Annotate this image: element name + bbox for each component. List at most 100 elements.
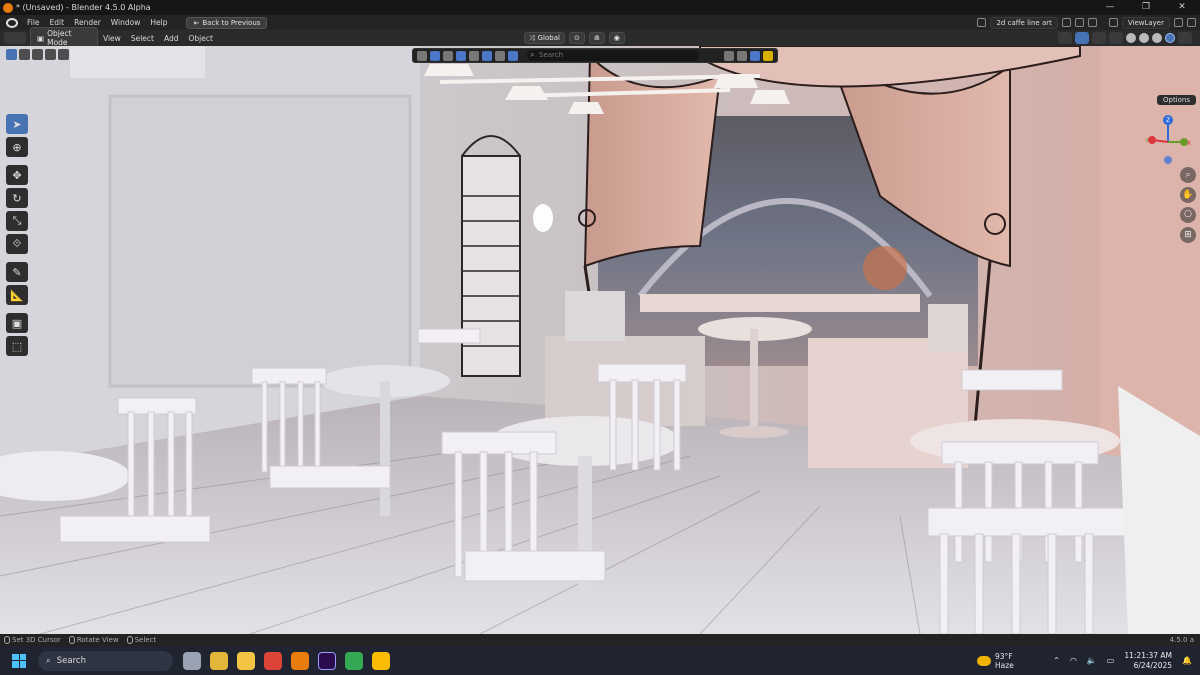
select-invert-icon[interactable]	[45, 49, 56, 60]
select-new-icon[interactable]	[6, 49, 17, 60]
wireframe-shading-icon[interactable]	[1126, 33, 1136, 43]
view-layer-field[interactable]: ViewLayer	[1121, 16, 1170, 29]
menu-view[interactable]: View	[98, 34, 126, 43]
blender-menu-icon[interactable]	[6, 17, 18, 28]
menu-select[interactable]: Select	[126, 34, 159, 43]
rotate-tool[interactable]: ↻	[6, 188, 28, 208]
mesh-filter-icon[interactable]	[443, 50, 453, 61]
back-to-previous-label: Back to Previous	[202, 18, 261, 27]
zoom-icon[interactable]: ⌕	[1180, 167, 1196, 183]
object-mode-icon: ▣	[37, 33, 45, 43]
3d-viewport[interactable]: ➤ ⊕ ✥ ↻ ⤡ ⟐ ✎ 📐 ▣ ⬚ Options Z Y X ⌕ ✋ ⎔ …	[0, 46, 1200, 634]
layout-icon[interactable]	[737, 50, 747, 61]
solid-shading-icon[interactable]	[1139, 33, 1149, 43]
chrome-profile-3-icon[interactable]	[372, 651, 390, 670]
snap-toggle[interactable]: ⋒	[588, 32, 605, 44]
clock-time: 11:21:37 AM	[1124, 650, 1173, 660]
menu-window[interactable]: Window	[106, 18, 146, 27]
transform-tool[interactable]: ⟐	[6, 234, 28, 254]
wifi-icon[interactable]: ◠	[1070, 656, 1077, 665]
curve-filter-icon[interactable]	[495, 50, 505, 61]
select-subtract-icon[interactable]	[32, 49, 43, 60]
minimize-button[interactable]: —	[1092, 0, 1128, 15]
rendered-shading-icon[interactable]	[1165, 33, 1175, 43]
pivot-point-dropdown[interactable]: ⊙	[568, 32, 585, 44]
cursor-tool[interactable]: ⊕	[6, 137, 28, 157]
empty-filter-icon[interactable]	[482, 50, 492, 61]
air-conditioner	[70, 46, 205, 78]
blender-taskbar-icon[interactable]	[291, 651, 309, 670]
menu-help[interactable]: Help	[145, 18, 172, 27]
options-button[interactable]: Options	[1156, 95, 1196, 105]
premiere-pro-icon[interactable]	[318, 651, 336, 670]
delete-view-layer-icon[interactable]	[1187, 18, 1196, 27]
select-extend-icon[interactable]	[19, 49, 30, 60]
menu-file[interactable]: File	[22, 18, 45, 27]
speaker-icon[interactable]: 🔈	[1087, 656, 1097, 665]
filter-dropdown-icon[interactable]	[417, 50, 427, 61]
filter-search-input[interactable]: Search	[527, 49, 699, 61]
mouse-left-icon	[4, 636, 10, 644]
windows-start-icon[interactable]	[12, 653, 26, 668]
overlays-toggle[interactable]	[1092, 32, 1106, 44]
scene-icon[interactable]	[977, 18, 987, 27]
back-to-previous-button[interactable]: ⇤ Back to Previous	[186, 16, 268, 29]
visibility-dropdown[interactable]	[1058, 32, 1072, 44]
menu-add[interactable]: Add	[159, 34, 184, 43]
delete-scene-icon[interactable]	[1087, 18, 1097, 27]
material-filter-icon[interactable]	[508, 50, 518, 61]
select-box-tool[interactable]: ➤	[6, 114, 28, 134]
restore-button[interactable]: ❐	[1128, 0, 1164, 15]
pin-icon[interactable]	[1061, 18, 1071, 27]
cube-add-icon: ▣	[11, 316, 23, 330]
proportional-edit-toggle[interactable]: ◉	[608, 32, 625, 44]
clock-date: 6/24/2025	[1133, 660, 1173, 670]
bookmark-icon[interactable]	[724, 50, 734, 61]
measure-tool[interactable]: 📐	[6, 285, 28, 305]
xray-toggle[interactable]	[1109, 32, 1123, 44]
menu-edit[interactable]: Edit	[45, 18, 70, 27]
annotate-tool[interactable]: ✎	[6, 262, 28, 282]
haze-weather-icon	[977, 655, 991, 666]
battery-icon[interactable]: ▭	[1107, 656, 1115, 665]
new-view-layer-icon[interactable]	[1174, 18, 1183, 27]
weather-widget[interactable]: 93°F Haze	[977, 652, 1014, 670]
magnet-icon: ⋒	[593, 34, 600, 42]
light-filter-icon[interactable]	[469, 50, 479, 61]
taskbar-clock[interactable]: 11:21:37 AM 6/24/2025	[1124, 651, 1172, 671]
camera-view-icon[interactable]: ⎔	[1180, 207, 1196, 223]
new-scene-icon[interactable]	[1074, 18, 1084, 27]
transform-orientation-dropdown[interactable]: ⤨ Global	[524, 32, 565, 44]
notifications-bell-icon[interactable]: 🔔	[1182, 656, 1192, 665]
menu-object[interactable]: Object	[183, 34, 217, 43]
add-cube-tool[interactable]: ▣	[6, 313, 28, 333]
close-button[interactable]: ✕	[1164, 0, 1200, 15]
add-object-tool[interactable]: ⬚	[6, 336, 28, 356]
gizmo-toggle[interactable]	[1075, 32, 1089, 44]
object-type-icon[interactable]	[430, 50, 440, 61]
chevron-up-icon[interactable]: ⌃	[1053, 656, 1060, 665]
navigation-gizmo[interactable]: Z Y X	[1142, 112, 1194, 170]
chrome-icon[interactable]	[264, 651, 282, 670]
editor-type-dropdown[interactable]	[4, 32, 26, 44]
rotate-icon: ↻	[12, 191, 22, 205]
scale-tool[interactable]: ⤡	[6, 211, 28, 231]
grid-perspective-icon[interactable]: ⊞	[1180, 227, 1196, 243]
material-preview-shading-icon[interactable]	[1152, 33, 1162, 43]
move-tool[interactable]: ✥	[6, 165, 28, 185]
camera-filter-icon[interactable]	[456, 50, 466, 61]
select-intersect-icon[interactable]	[58, 49, 69, 60]
taskbar-search-box[interactable]: ⌕ Search	[38, 650, 173, 671]
file-explorer-icon[interactable]	[237, 651, 255, 670]
tool-gap	[6, 160, 28, 162]
warning-icon[interactable]	[763, 50, 773, 61]
shading-options-dropdown[interactable]	[1178, 32, 1192, 44]
chrome-profile-2-icon[interactable]	[345, 651, 363, 670]
chrome-profile-icon[interactable]	[210, 651, 228, 670]
scene-name-field[interactable]: 2d caffe line art	[990, 16, 1058, 29]
task-view-icon[interactable]	[183, 651, 201, 670]
view-layer-icon[interactable]	[1108, 18, 1118, 27]
menu-render[interactable]: Render	[69, 18, 106, 27]
pan-hand-icon[interactable]: ✋	[1180, 187, 1196, 203]
funnel-filter-icon[interactable]	[750, 50, 760, 61]
